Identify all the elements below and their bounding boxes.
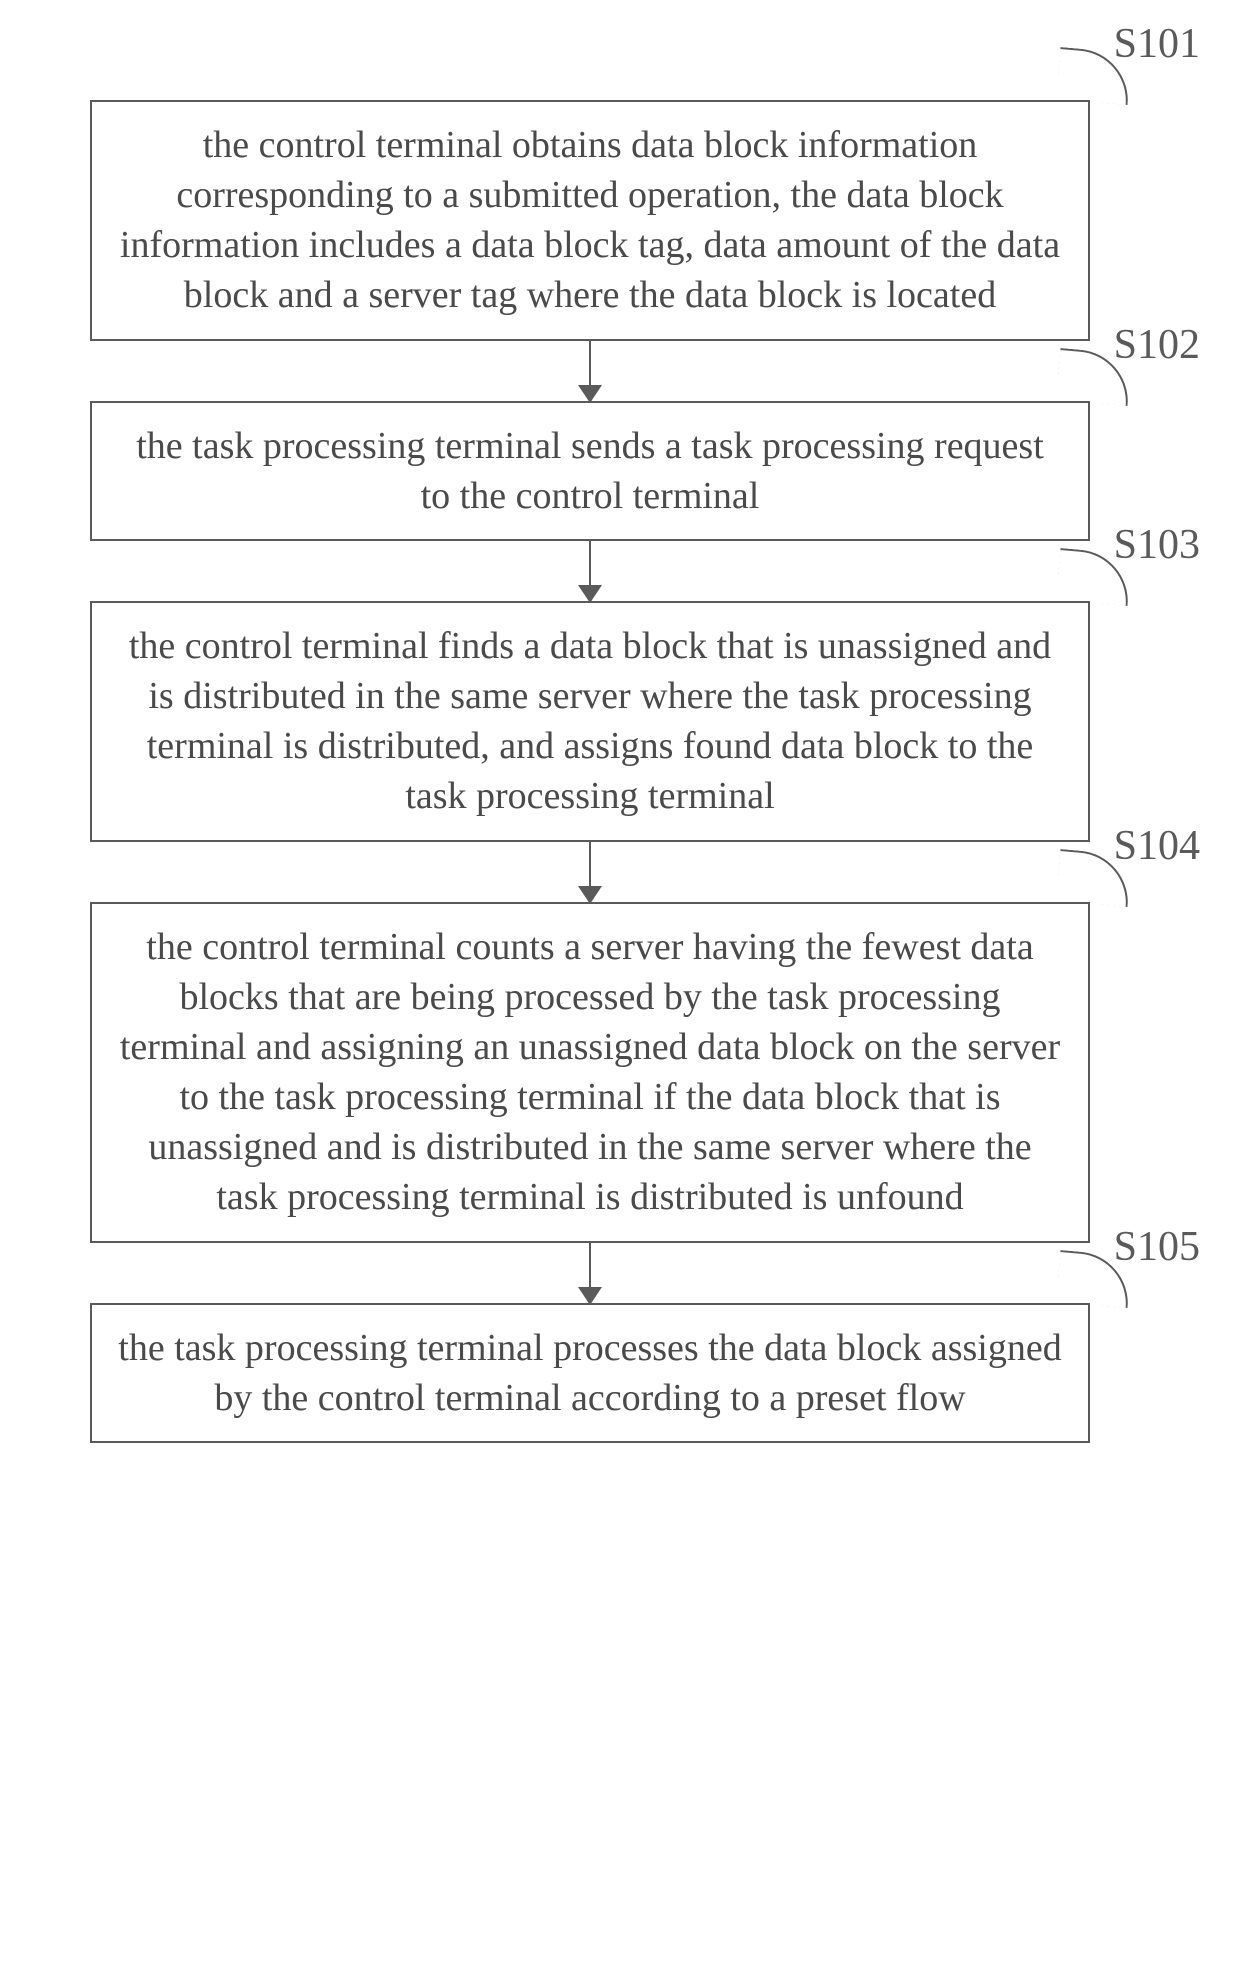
step-box: the task processing terminal processes t… — [90, 1303, 1090, 1443]
arrow-down-icon — [589, 541, 591, 601]
step-box: the control terminal obtains data block … — [90, 100, 1090, 341]
step-text: the control terminal finds a data block … — [129, 625, 1051, 817]
step-label: S103 — [1114, 521, 1200, 569]
flowchart: S101 the control terminal obtains data b… — [90, 100, 1090, 1443]
arrow-down-icon — [589, 1243, 591, 1303]
step-label: S105 — [1114, 1223, 1200, 1271]
step-s105: S105 the task processing terminal proces… — [90, 1303, 1090, 1443]
step-text: the task processing terminal sends a tas… — [136, 425, 1044, 517]
step-s103: S103 the control terminal finds a data b… — [90, 601, 1090, 842]
arrow-down-icon — [589, 842, 591, 902]
step-label: S101 — [1114, 20, 1200, 68]
step-text: the control terminal counts a server hav… — [120, 926, 1060, 1219]
step-text: the control terminal obtains data block … — [120, 124, 1060, 316]
arrow-down-icon — [589, 341, 591, 401]
step-text: the task processing terminal processes t… — [118, 1327, 1061, 1419]
step-label: S102 — [1114, 321, 1200, 369]
step-s104: S104 the control terminal counts a serve… — [90, 902, 1090, 1243]
step-label: S104 — [1114, 822, 1200, 870]
step-box: the control terminal counts a server hav… — [90, 902, 1090, 1243]
step-s101: S101 the control terminal obtains data b… — [90, 100, 1090, 341]
step-box: the task processing terminal sends a tas… — [90, 401, 1090, 541]
step-box: the control terminal finds a data block … — [90, 601, 1090, 842]
step-s102: S102 the task processing terminal sends … — [90, 401, 1090, 541]
